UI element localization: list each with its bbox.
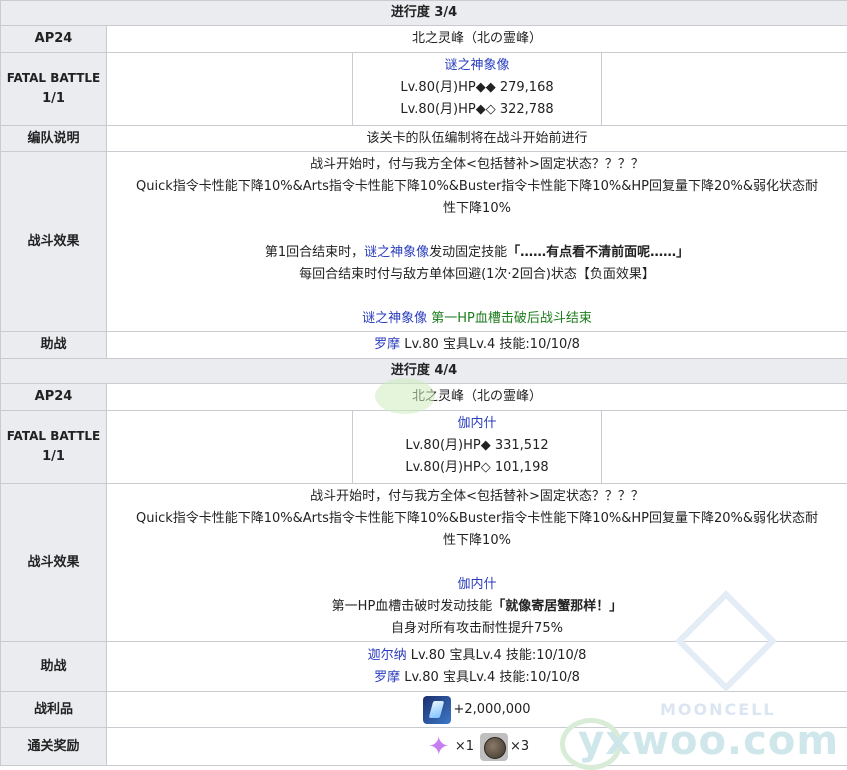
support-servant-link[interactable]: 罗摩	[374, 337, 400, 352]
loot-cell: +2,000,000	[106, 691, 847, 728]
effect-line: 战斗开始时，付与我方全体<包括替补>固定状态？？？？	[310, 156, 644, 172]
support-row: 罗摩 Lv.80 宝具Lv.4 技能:10/10/8	[107, 667, 847, 689]
battle-effect-label: 战斗效果	[0, 151, 107, 332]
reward-count: ×3	[510, 738, 530, 754]
enemy-name[interactable]: 谜之神象像	[353, 55, 601, 77]
reward-cell: ✦ ×1 ×3	[106, 727, 847, 766]
support-servant-link[interactable]: 迦尔纳	[368, 648, 407, 663]
support-cell: 罗摩 Lv.80 宝具Lv.4 技能:10/10/8	[106, 331, 847, 359]
fatal-battle-count: 1/1	[42, 449, 65, 464]
reward-label: 通关奖励	[0, 727, 107, 766]
location-name: 北之灵峰（北の霊峰）	[106, 25, 847, 53]
support-detail: Lv.80 宝具Lv.4 技能:10/10/8	[404, 669, 580, 685]
enemy-link[interactable]: 谜之神象像	[364, 245, 429, 260]
enemy-hp-line: Lv.80(月)HP◆◆ 279,168	[400, 80, 554, 95]
enemy-name[interactable]: 伽内什	[353, 413, 601, 435]
effect-line: 第一HP血槽击破时发动技能「就像寄居蟹那样！」	[107, 596, 847, 618]
enemy-cell: 伽内什 Lv.80(月)HP◆ 331,512 Lv.80(月)HP◇ 101,…	[106, 410, 847, 484]
support-cell: 迦尔纳 Lv.80 宝具Lv.4 技能:10/10/8 罗摩 Lv.80 宝具L…	[106, 641, 847, 692]
enemy-link[interactable]: 谜之神象像	[362, 311, 427, 326]
loot-label: 战利品	[0, 691, 107, 728]
battle-effect-label: 战斗效果	[0, 483, 107, 642]
formation-text: 该关卡的队伍编制将在战斗开始前进行	[106, 125, 847, 152]
location-name: 北之灵峰（北の霊峰）	[106, 383, 847, 411]
effect-line: 每回合结束时付与敌方单体回避(1次·2回合)状态【负面效果】	[299, 266, 655, 282]
fatal-battle-title: FATAL BATTLE	[6, 71, 101, 85]
support-row: 迦尔纳 Lv.80 宝具Lv.4 技能:10/10/8	[107, 645, 847, 667]
enemy-hp-line: Lv.80(月)HP◆◇ 322,788	[400, 102, 554, 117]
ap-label: AP24	[0, 383, 107, 411]
support-label: 助战	[0, 641, 107, 692]
stage-header: 进行度 4/4	[0, 358, 847, 384]
effect-line: Quick指令卡性能下降10%&Arts指令卡性能下降10%&Buster指令卡…	[136, 178, 818, 194]
quest-info-table: 进行度 3/4 AP24 北之灵峰（北の霊峰） FATAL BATTLE 1/1…	[0, 0, 847, 766]
ap-label: AP24	[0, 25, 107, 53]
effect-line: 第1回合结束时，谜之神象像发动固定技能「……有点看不清前面呢……」	[107, 242, 847, 264]
fatal-battle-title: FATAL BATTLE	[6, 429, 101, 443]
effect-line: 性下降10%	[443, 200, 511, 216]
effect-line: 性下降10%	[443, 532, 511, 548]
enemy-hp-line: Lv.80(月)HP◇ 101,198	[405, 460, 549, 475]
support-detail: Lv.80 宝具Lv.4 技能:10/10/8	[410, 647, 587, 663]
effect-line: 谜之神象像 第一HP血槽击破后战斗结束	[107, 308, 847, 330]
effect-text: 第一HP血槽击破时发动技能	[331, 598, 493, 614]
enemy-cell: 谜之神象像 Lv.80(月)HP◆◆ 279,168 Lv.80(月)HP◆◇ …	[106, 52, 847, 126]
support-servant-link[interactable]: 罗摩	[374, 670, 400, 685]
effect-line: 自身对所有攻击耐性提升75%	[391, 620, 563, 636]
formation-label: 编队说明	[0, 125, 107, 152]
support-detail: Lv.80 宝具Lv.4 技能:10/10/8	[404, 337, 580, 352]
end-condition: 第一HP血槽击破后战斗结束	[431, 310, 592, 326]
skill-name: 「……有点看不清前面呢……」	[507, 244, 690, 260]
effect-line: Quick指令卡性能下降10%&Arts指令卡性能下降10%&Buster指令卡…	[136, 510, 818, 526]
fatal-battle-label: FATAL BATTLE 1/1	[0, 52, 107, 126]
reward-count: ×1	[454, 738, 474, 754]
loot-value: +2,000,000	[453, 701, 531, 717]
enemy-hp-line: Lv.80(月)HP◆ 331,512	[405, 438, 549, 453]
bronze-coin-icon[interactable]	[480, 732, 508, 761]
fatal-battle-label: FATAL BATTLE 1/1	[0, 410, 107, 484]
skill-name: 「就像寄居蟹那样！」	[492, 598, 623, 614]
enemy-link[interactable]: 伽内什	[107, 574, 847, 596]
effect-line: 战斗开始时，付与我方全体<包括替补>固定状态？？？？	[310, 488, 644, 504]
support-label: 助战	[0, 331, 107, 359]
effect-text: 发动固定技能	[429, 244, 508, 260]
battle-effect-text: 战斗开始时，付与我方全体<包括替补>固定状态？？？？ Quick指令卡性能下降1…	[106, 483, 847, 642]
stage-header: 进行度 3/4	[0, 0, 847, 26]
qp-crystal-icon[interactable]	[423, 695, 452, 724]
battle-effect-text: 战斗开始时，付与我方全体<包括替补>固定状态？？？？ Quick指令卡性能下降1…	[106, 151, 847, 332]
effect-text: 第1回合结束时，	[264, 244, 365, 260]
fatal-battle-count: 1/1	[42, 91, 65, 106]
saint-quartz-star-icon[interactable]: ✦	[424, 732, 453, 761]
